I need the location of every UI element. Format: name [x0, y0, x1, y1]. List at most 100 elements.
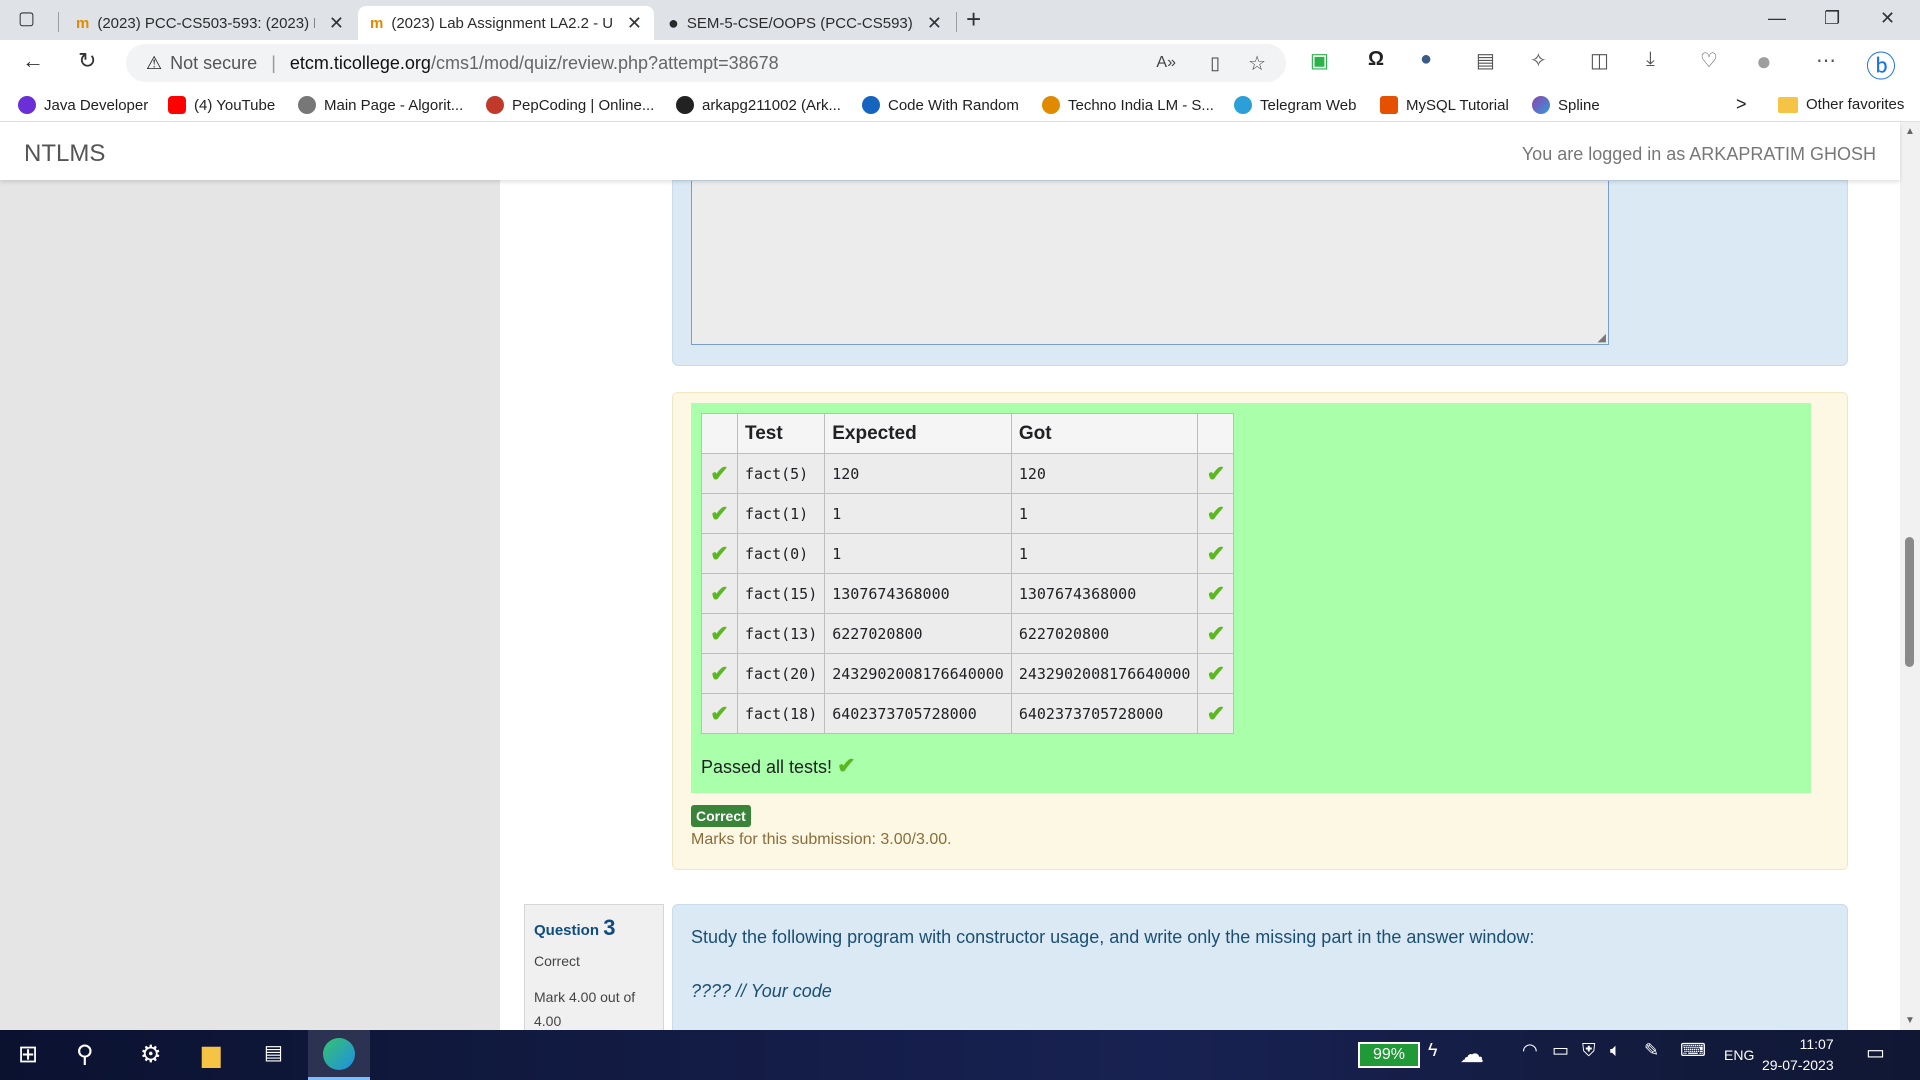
cell-test: fact(13)	[736, 613, 826, 654]
bookmark-telegram[interactable]: Telegram Web	[1234, 96, 1356, 114]
wifi-icon[interactable]: ◠	[1522, 1040, 1538, 1061]
table-row: ✔ fact(18) 6402373705728000 640237370572800…	[701, 693, 1235, 734]
extension-lock-icon[interactable]: ▣	[1310, 48, 1329, 73]
reader-view-icon[interactable]: ▯	[1210, 53, 1220, 74]
restore-icon[interactable]: ❐	[1824, 8, 1840, 29]
tab-title: SEM-5-CSE/OOPS (PCC-CS593)/A	[686, 14, 913, 32]
terminal-icon[interactable]: ▤	[264, 1040, 283, 1065]
security-label[interactable]: Not secure	[170, 53, 257, 74]
clock[interactable]: 11:07 29-07-2023	[1762, 1034, 1834, 1076]
more-menu-icon[interactable]: ⋯	[1816, 48, 1836, 73]
scrollbar-thumb[interactable]	[1905, 537, 1914, 667]
performance-icon[interactable]: ♡	[1700, 48, 1718, 73]
bookmark-youtube[interactable]: (4) YouTube	[168, 96, 275, 114]
bookmarks-bar: Java Developer (4) YouTube Main Page - A…	[0, 88, 1920, 122]
tab-actions-icon[interactable]: ▢	[18, 8, 35, 29]
download-icon[interactable]: ⤓	[1646, 48, 1655, 71]
tab-lab-assignment[interactable]: m (2023) Lab Assignment LA2.2 - U ✕	[358, 6, 654, 40]
close-window-icon[interactable]: ✕	[1880, 8, 1895, 29]
bookmark-label: MySQL Tutorial	[1406, 96, 1509, 114]
read-aloud-icon[interactable]: A»	[1156, 54, 1176, 72]
bookmark-pepcoding[interactable]: PepCoding | Online...	[486, 96, 654, 114]
pen-icon[interactable]: ✎	[1644, 1040, 1659, 1061]
warning-icon: ⚠	[146, 52, 163, 73]
cell-got: 6402373705728000	[1010, 693, 1199, 734]
cell-expected: 1	[824, 533, 1012, 574]
cell-got: 1307674368000	[1010, 573, 1199, 614]
moodle-icon: m	[370, 14, 384, 32]
question-code-line: ???? // Your code	[691, 981, 832, 1001]
keyboard-icon[interactable]: ⌨	[1680, 1040, 1706, 1061]
pass-check-icon: ✔	[701, 693, 738, 734]
answer-textarea[interactable]: ◢	[691, 181, 1609, 345]
divider	[58, 12, 59, 32]
edge-browser-icon[interactable]	[308, 1030, 370, 1080]
bookmark-algorithm[interactable]: Main Page - Algorit...	[298, 96, 463, 114]
checkmark-icon: ✔	[1206, 700, 1226, 726]
notifications-icon[interactable]: ▭	[1866, 1040, 1885, 1065]
bookmark-label: arkapg211002 (Ark...	[702, 96, 841, 114]
bookmark-label: PepCoding | Online...	[512, 96, 655, 114]
checkmark-icon: ✔	[1206, 660, 1226, 686]
header-blank	[1197, 413, 1235, 454]
feedback-block: Test Expected Got ✔ fact(5) 120 120 ✔ ✔ fact(1…	[672, 392, 1848, 870]
refresh-icon[interactable]: ↻	[78, 48, 96, 74]
volume-icon[interactable]: 🔈︎	[1610, 1040, 1621, 1061]
other-favorites[interactable]: Other favorites	[1778, 96, 1904, 113]
battery-indicator[interactable]: 99%	[1358, 1042, 1420, 1068]
checkmark-icon: ✔	[710, 700, 729, 726]
close-icon[interactable]: ✕	[927, 13, 942, 34]
extension-page-icon[interactable]: ▤	[1476, 48, 1495, 73]
copilot-icon[interactable]: ⓑ	[1866, 42, 1896, 86]
table-row: ✔ fact(15) 1307674368000 1307674368000 ✔	[701, 573, 1235, 614]
tab-pcc-cs503[interactable]: m (2023) PCC-CS503-593: (2023) La ✕	[64, 6, 356, 40]
question-text-box: Study the following program with constru…	[672, 904, 1848, 1030]
bookmark-mysql[interactable]: MySQL Tutorial	[1380, 96, 1509, 114]
tab-github-oops[interactable]: ● SEM-5-CSE/OOPS (PCC-CS593)/A ✕	[656, 6, 954, 40]
checkmark-icon: ✔	[710, 460, 729, 486]
file-explorer-icon[interactable]: ▆	[202, 1040, 220, 1069]
search-icon[interactable]: ⚲	[76, 1040, 94, 1069]
pass-check-icon: ✔	[701, 533, 738, 574]
resize-handle-icon[interactable]: ◢	[1598, 331, 1606, 344]
taskbar: ⊞ ⚲ ⚙ ▆ ▤ 99% ϟ ☁ ◠ ▭ ⛨ 🔈︎ ✎ ⌨ ENG 11:07…	[0, 1030, 1920, 1080]
pass-check-icon: ✔	[1197, 493, 1235, 534]
bookmark-code-with-random[interactable]: Code With Random	[862, 96, 1019, 114]
settings-gear-icon[interactable]: ⚙	[140, 1040, 162, 1069]
close-icon[interactable]: ✕	[627, 13, 642, 34]
site-name[interactable]: NTLMS	[24, 140, 105, 168]
windows-start-icon[interactable]: ⊞	[18, 1040, 38, 1069]
extensions-icon[interactable]: ✧	[1530, 48, 1547, 73]
cell-got: 1	[1010, 533, 1199, 574]
bookmark-icon	[862, 96, 880, 114]
scrollbar[interactable]: ▲ ▼	[1900, 122, 1920, 1030]
battery-icon[interactable]: ▭	[1552, 1040, 1569, 1061]
new-tab-button[interactable]: +	[966, 4, 981, 35]
header-expected: Expected	[824, 413, 1012, 454]
cell-test: fact(5)	[736, 453, 826, 494]
tab-bar: ▢ m (2023) PCC-CS503-593: (2023) La ✕ m …	[0, 0, 1920, 40]
extension-cursor-icon[interactable]: ●	[1420, 48, 1432, 71]
chevron-right-icon[interactable]: >	[1736, 94, 1747, 115]
scroll-down-icon[interactable]: ▼	[1905, 1015, 1915, 1026]
cell-expected: 1307674368000	[824, 573, 1012, 614]
bookmark-spline[interactable]: Spline	[1532, 96, 1600, 114]
shield-icon[interactable]: ⛨	[1582, 1040, 1596, 1061]
results-table: Test Expected Got ✔ fact(5) 120 120 ✔ ✔ fact(1…	[701, 413, 1235, 734]
split-screen-icon[interactable]: ◫	[1590, 48, 1609, 73]
address-bar[interactable]: ⚠ Not secure | etcm.ticollege.org /cms1/…	[126, 44, 1286, 82]
bookmark-icon	[486, 96, 504, 114]
question-number-value: 3	[603, 915, 616, 940]
close-icon[interactable]: ✕	[329, 13, 344, 34]
back-icon[interactable]: ←	[22, 48, 44, 74]
scroll-up-icon[interactable]: ▲	[1905, 126, 1915, 137]
language-indicator[interactable]: ENG	[1724, 1047, 1754, 1063]
bookmark-techno-india[interactable]: Techno India LM - S...	[1042, 96, 1214, 114]
weather-icon[interactable]: ☁	[1460, 1040, 1484, 1069]
minimize-icon[interactable]: —	[1768, 8, 1786, 29]
favorite-star-icon[interactable]: ☆	[1248, 51, 1266, 76]
bookmark-github[interactable]: arkapg211002 (Ark...	[676, 96, 841, 114]
extension-omega-icon[interactable]: Ω	[1368, 48, 1384, 71]
profile-avatar-icon[interactable]: ●	[1756, 46, 1772, 77]
bookmark-java-developer[interactable]: Java Developer	[18, 96, 148, 114]
